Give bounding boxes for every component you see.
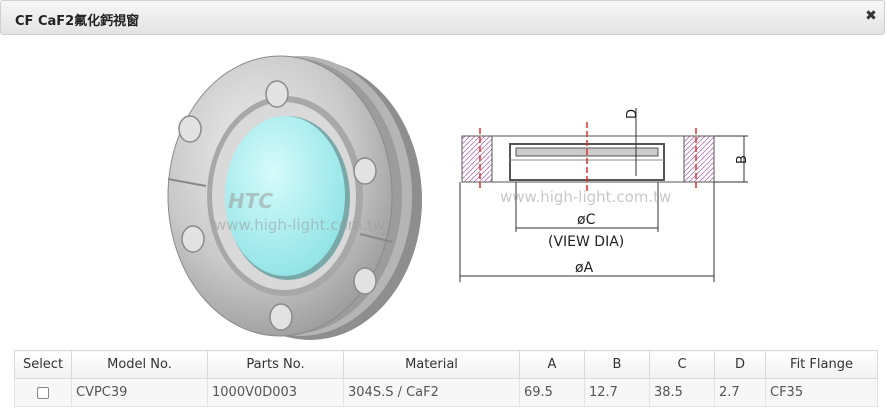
cell-c: 38.5 [649, 378, 715, 407]
col-header-b: B [584, 350, 650, 379]
cell-fit-flange: CF35 [765, 378, 878, 407]
cell-part: 1000V0D003 [207, 378, 344, 407]
cell-d: 2.7 [714, 378, 766, 407]
dimension-label-a: øA [575, 260, 594, 276]
dimension-label-c: øC [577, 212, 596, 228]
dimension-label-view: (VIEW DIA) [548, 234, 624, 250]
watermark-text-right: www.high-light.com.tw [500, 188, 671, 206]
dialog-title: CF CaF2氟化鈣視窗 [15, 14, 140, 29]
dimension-label-b: B [735, 155, 750, 164]
flange-render [167, 55, 422, 340]
watermark-logo: HTC [228, 189, 273, 213]
col-header-select: Select [14, 350, 72, 379]
select-cell [14, 378, 72, 407]
specs-table: Select Model No. Parts No. Material A B … [14, 350, 878, 407]
cell-model: CVPC39 [71, 378, 208, 407]
col-header-part: Parts No. [207, 350, 344, 379]
col-header-material: Material [343, 350, 520, 379]
cell-a: 69.5 [519, 378, 585, 407]
col-header-model: Model No. [71, 350, 208, 379]
cell-material: 304S.S / CaF2 [343, 378, 520, 407]
col-header-c: C [649, 350, 715, 379]
col-header-a: A [519, 350, 585, 379]
table-header-row: Select Model No. Parts No. Material A B … [14, 350, 878, 379]
row-select-checkbox[interactable] [37, 386, 49, 399]
product-illustration: D B øC (VIEW DIA) øA HTC www.high-light.… [167, 55, 750, 340]
dialog-titlebar: CF CaF2氟化鈣視窗 ✖ [0, 0, 885, 35]
cell-b: 12.7 [584, 378, 650, 407]
dimension-label-d: D [625, 109, 640, 119]
close-icon[interactable]: ✖ [864, 9, 878, 23]
watermark-text-left: www.high-light.com.tw [214, 216, 385, 234]
table-row: CVPC39 1000V0D003 304S.S / CaF2 69.5 12.… [14, 378, 878, 407]
col-header-d: D [714, 350, 766, 379]
col-header-fit-flange: Fit Flange [765, 350, 878, 379]
